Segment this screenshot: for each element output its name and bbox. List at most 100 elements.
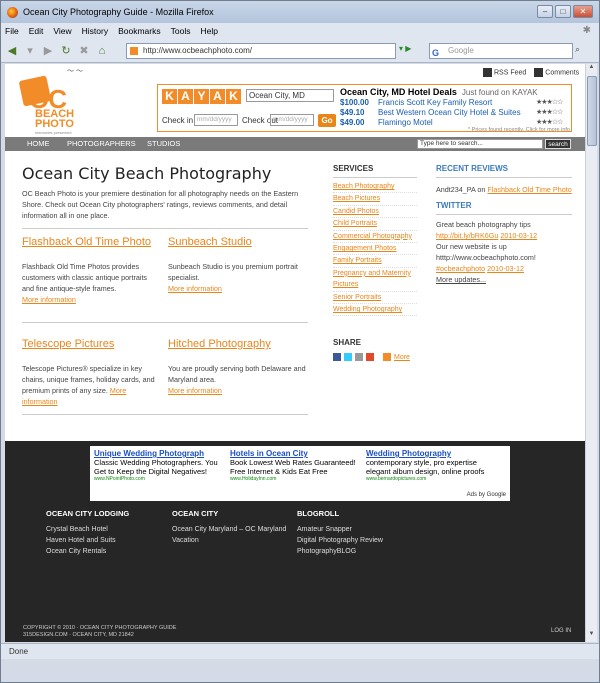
site-logo[interactable]: OC BEACH PHOTO memories preserved bbox=[18, 70, 93, 135]
card-title[interactable]: Hitched Photography bbox=[168, 338, 271, 350]
minimize-button[interactable]: – bbox=[537, 5, 553, 18]
menu-history[interactable]: History bbox=[82, 26, 108, 36]
nav-studios[interactable]: STUDIOS bbox=[147, 137, 180, 151]
kayak-letter: A bbox=[178, 89, 193, 104]
ad-url[interactable]: www.bernardopictures.com bbox=[366, 476, 496, 482]
nav-home[interactable]: HOME bbox=[27, 137, 50, 151]
footer-link[interactable]: Ocean City Rentals bbox=[46, 546, 129, 557]
ad-title[interactable]: Hotels in Ocean City bbox=[230, 449, 360, 458]
deal-name[interactable]: Flamingo Motel bbox=[378, 118, 536, 127]
footer-link[interactable]: Ocean City Maryland – OC Maryland Vacati… bbox=[172, 524, 290, 546]
menu-help[interactable]: Help bbox=[200, 26, 217, 36]
ad-unit[interactable]: Unique Wedding Photograph Classic Wedding… bbox=[94, 449, 224, 482]
ad-url[interactable]: www.NPointPhoto.com bbox=[94, 476, 224, 482]
service-link[interactable]: Child Portraits bbox=[333, 218, 417, 231]
scroll-thumb[interactable] bbox=[587, 76, 597, 146]
deal-row[interactable]: $49.10 Best Western Ocean City Hotel & Su… bbox=[340, 107, 570, 117]
rss-link[interactable]: RSS Feed bbox=[483, 68, 526, 77]
footer-link[interactable]: Haven Hotel and Suits bbox=[46, 535, 129, 546]
share-more-link[interactable]: More bbox=[394, 354, 410, 361]
share-more-icon[interactable] bbox=[383, 353, 391, 361]
ads-by-google[interactable]: Ads by Google bbox=[467, 492, 506, 498]
service-link[interactable]: Candid Photos bbox=[333, 206, 417, 219]
service-link[interactable]: Commercial Photography bbox=[333, 231, 417, 244]
stop-icon[interactable]: ✖ bbox=[77, 44, 91, 57]
deals-footnote[interactable]: * Prices found recently. Click for more … bbox=[340, 127, 570, 133]
more-info-link[interactable]: More information bbox=[22, 295, 76, 304]
ad-url[interactable]: www.HolidayInn.com bbox=[230, 476, 360, 482]
deal-name[interactable]: Best Western Ocean City Hotel & Suites bbox=[378, 108, 536, 117]
ad-unit[interactable]: Hotels in Ocean City Book Lowest Web Rate… bbox=[230, 449, 360, 482]
tweet-link[interactable]: #ocbeachphoto bbox=[436, 264, 485, 273]
deal-name[interactable]: Francis Scott Key Family Resort bbox=[378, 98, 536, 107]
facebook-icon[interactable] bbox=[333, 353, 341, 361]
site-search-input[interactable]: Type here to search... bbox=[417, 139, 543, 149]
menu-edit[interactable]: Edit bbox=[29, 26, 44, 36]
search-engine-box[interactable]: G Google bbox=[429, 43, 573, 59]
maximize-button[interactable]: □ bbox=[555, 5, 571, 18]
card-title[interactable]: Flashback Old Time Photo bbox=[22, 236, 151, 248]
card-title[interactable]: Sunbeach Studio bbox=[168, 236, 252, 248]
tweet-link[interactable]: http://bit.ly/bRK6Gu bbox=[436, 231, 498, 240]
kayak-logo[interactable]: K A Y A K bbox=[162, 89, 241, 104]
login-link[interactable]: LOG IN bbox=[551, 628, 571, 634]
review-link[interactable]: Flashback Old Time Photo bbox=[487, 185, 571, 194]
dropdown-icon[interactable]: ▾ bbox=[23, 44, 37, 57]
deal-row[interactable]: $49.00 Flamingo Motel ★★★☆☆ bbox=[340, 117, 570, 127]
footer-link[interactable]: Amateur Snapper bbox=[297, 524, 383, 535]
scroll-up-icon[interactable]: ▲ bbox=[586, 64, 597, 75]
kayak-letter: K bbox=[226, 89, 241, 104]
ad-title[interactable]: Wedding Photography bbox=[366, 449, 496, 458]
kayak-location-input[interactable]: Ocean City, MD bbox=[246, 89, 334, 102]
more-info-link[interactable]: More information bbox=[168, 386, 222, 395]
kayak-go-button[interactable]: Go bbox=[318, 114, 336, 127]
menu-view[interactable]: View bbox=[53, 26, 71, 36]
card-desc-text: Flashback Old Time Photos provides custo… bbox=[22, 262, 148, 293]
nav-photographers[interactable]: PHOTOGRAPHERS bbox=[67, 137, 136, 151]
checkout-input[interactable]: mm/dd/yyyy bbox=[270, 114, 314, 126]
service-link[interactable]: Senior Portraits bbox=[333, 292, 417, 305]
tweet-date[interactable]: 2010-03-12 bbox=[487, 264, 524, 273]
deal-row[interactable]: $100.00 Francis Scott Key Family Resort ★★… bbox=[340, 97, 570, 107]
footer-link[interactable]: PhotographyBLOG bbox=[297, 546, 383, 557]
service-link[interactable]: Beach Pictures bbox=[333, 193, 417, 206]
menu-bookmarks[interactable]: Bookmarks bbox=[118, 26, 161, 36]
more-updates-link[interactable]: More updates... bbox=[436, 274, 572, 285]
service-link[interactable]: Beach Photography bbox=[333, 181, 417, 194]
google-icon[interactable]: G bbox=[432, 46, 439, 60]
footer-link[interactable]: Digital Photography Review bbox=[297, 535, 383, 546]
checkin-input[interactable]: mm/dd/yyyy bbox=[194, 114, 238, 126]
comments-link[interactable]: Comments bbox=[534, 68, 579, 77]
service-link[interactable]: Family Portraits bbox=[333, 255, 417, 268]
service-link[interactable]: Engagement Photos bbox=[333, 243, 417, 256]
search-magnifier-icon[interactable]: ⌕ bbox=[575, 44, 580, 55]
ad-title[interactable]: Unique Wedding Photograph bbox=[94, 449, 224, 458]
close-button[interactable]: ✕ bbox=[573, 5, 593, 18]
divider bbox=[22, 414, 308, 415]
reload-icon[interactable]: ↻ bbox=[59, 44, 73, 57]
home-icon[interactable]: ⌂ bbox=[95, 45, 109, 57]
card-title[interactable]: Telescope Pictures bbox=[22, 338, 114, 350]
twitter-icon[interactable] bbox=[344, 353, 352, 361]
delicious-icon[interactable] bbox=[355, 353, 363, 361]
back-icon[interactable]: ◀ bbox=[5, 44, 19, 57]
ad-unit[interactable]: Wedding Photography contemporary style, p… bbox=[366, 449, 496, 482]
vertical-scrollbar[interactable]: ▲ ▼ bbox=[585, 64, 597, 642]
service-link[interactable]: Wedding Photography bbox=[333, 304, 417, 317]
forward-icon[interactable]: ▶ bbox=[41, 44, 55, 57]
menu-file[interactable]: File bbox=[5, 26, 19, 36]
tweet-date[interactable]: 2010-03-12 bbox=[500, 231, 537, 240]
digg-icon[interactable] bbox=[366, 353, 374, 361]
site-search-button[interactable]: search bbox=[545, 139, 571, 149]
more-info-link[interactable]: More information bbox=[168, 284, 222, 293]
address-bar[interactable]: http://www.ocbeachphoto.com/ bbox=[126, 43, 396, 59]
go-arrow-icon[interactable]: ▾ ▶ bbox=[399, 44, 411, 53]
menu-tools[interactable]: Tools bbox=[171, 26, 191, 36]
footer-link[interactable]: Crystal Beach Hotel bbox=[46, 524, 129, 535]
deals-subtitle: Just found on KAYAK bbox=[461, 88, 538, 97]
service-link[interactable]: Pregnancy and Maternity Pictures bbox=[333, 268, 417, 292]
credit-text[interactable]: 315DESIGN.COM · OCEAN CITY, MD 21842 bbox=[23, 632, 176, 639]
scroll-down-icon[interactable]: ▼ bbox=[586, 631, 597, 642]
comments-label: Comments bbox=[545, 69, 580, 77]
feed-links: RSS Feed Comments bbox=[483, 68, 579, 77]
